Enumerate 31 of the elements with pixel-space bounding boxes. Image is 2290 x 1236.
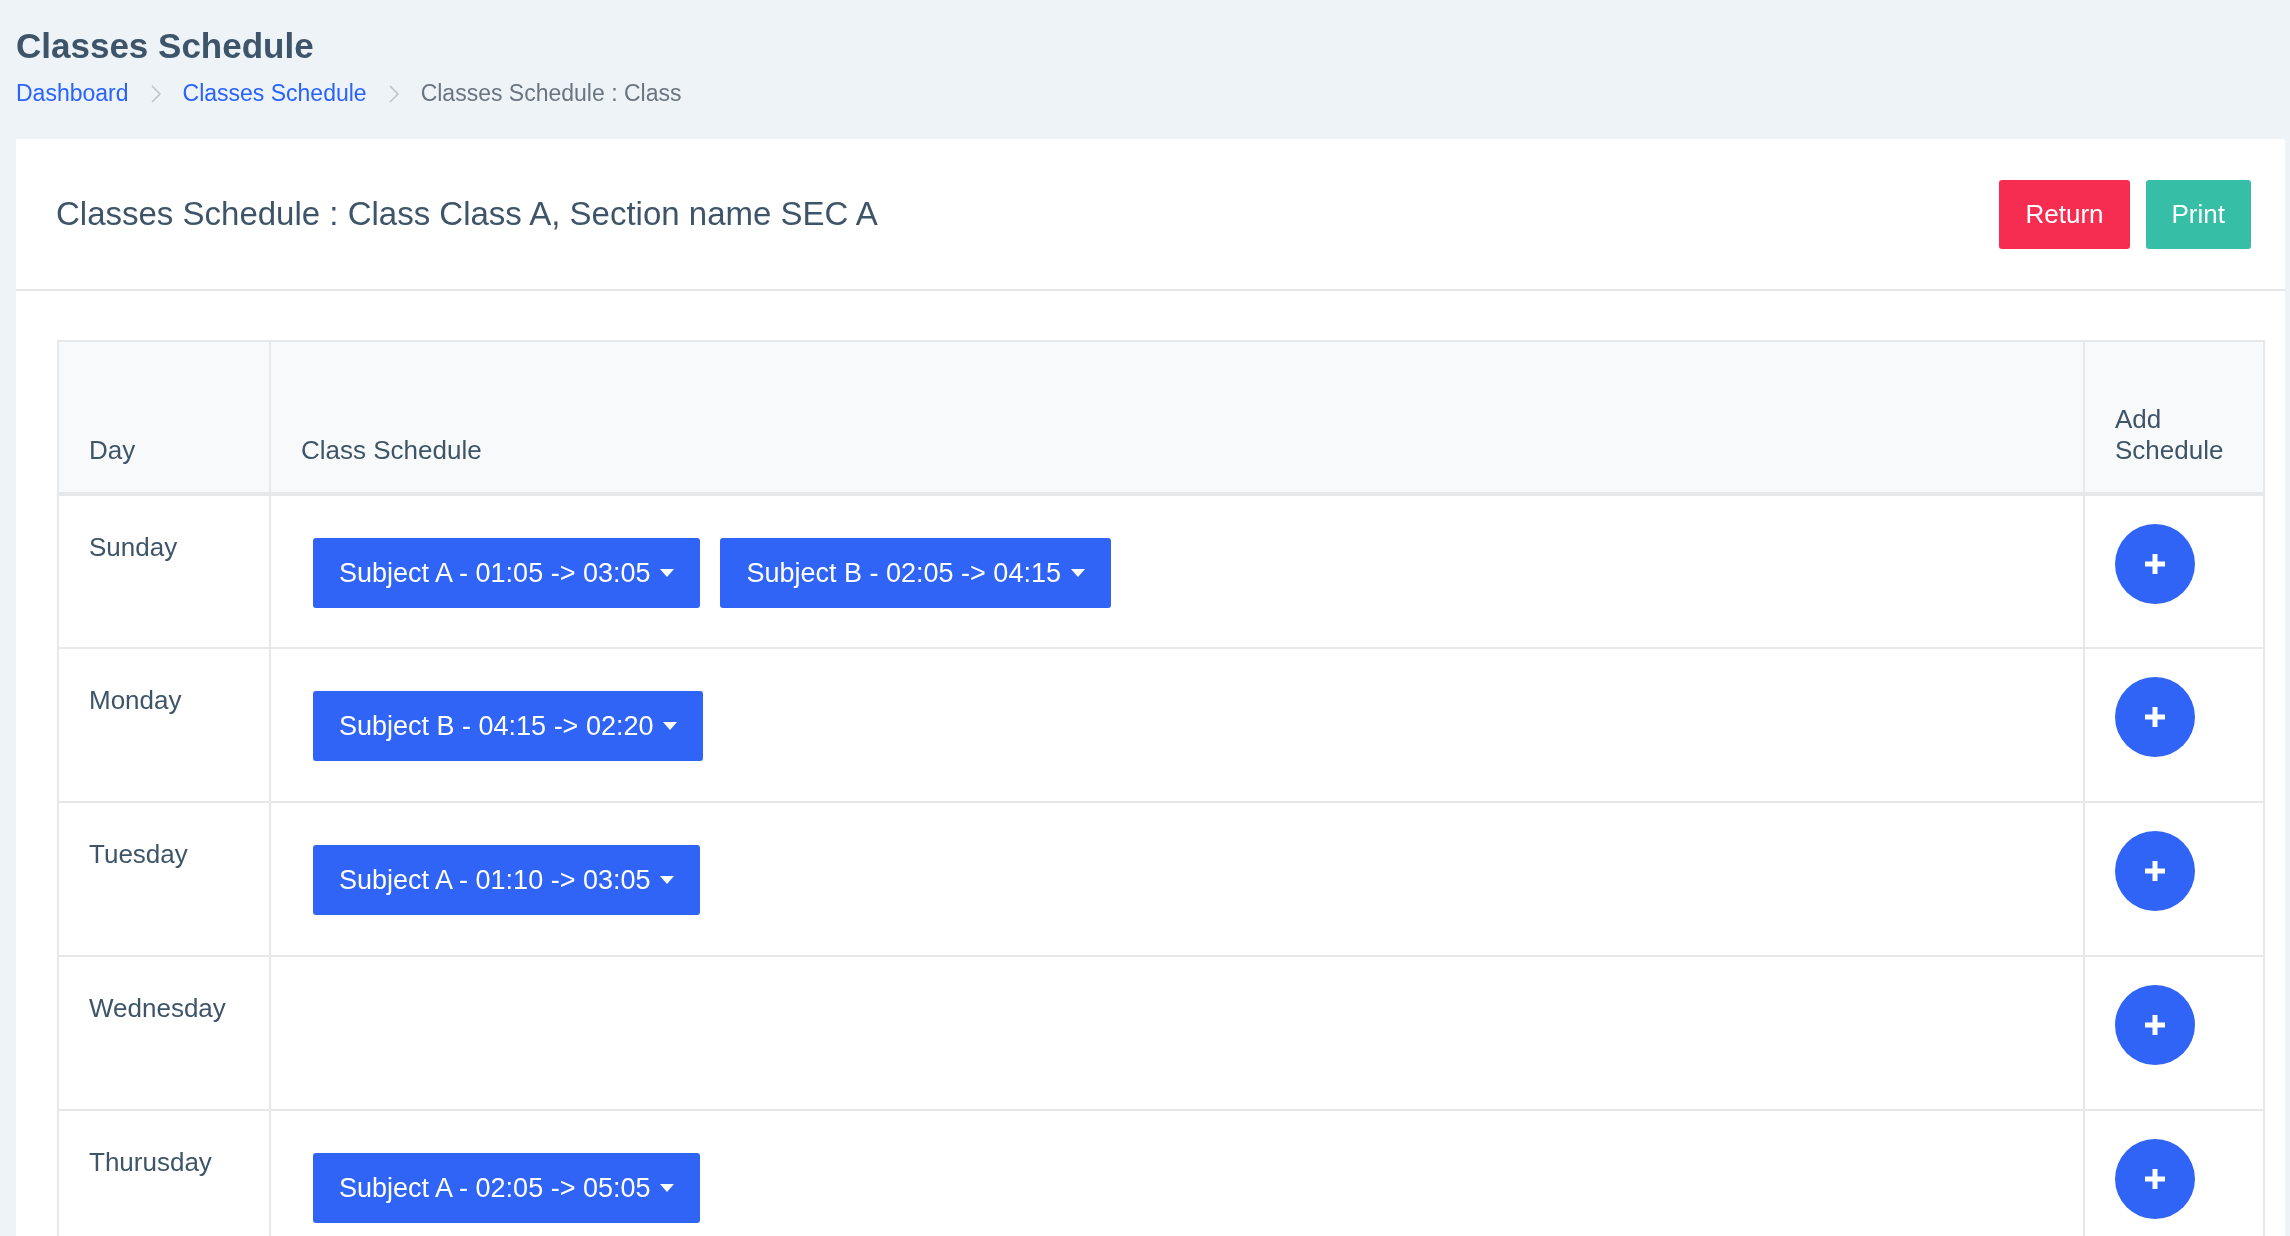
plus-icon (2143, 1013, 2167, 1037)
schedule-dropdown-button[interactable]: Subject A - 01:05 -> 03:05 (313, 538, 701, 608)
plus-icon (2143, 1167, 2167, 1191)
plus-icon (2143, 705, 2167, 729)
caret-down-icon (663, 722, 678, 730)
day-cell: Sunday (58, 494, 270, 648)
plus-icon (2143, 859, 2167, 883)
schedule-dropdown-button[interactable]: Subject A - 02:05 -> 05:05 (313, 1153, 701, 1223)
caret-down-icon (660, 569, 675, 577)
day-cell: Wednesday (58, 956, 270, 1110)
breadcrumb-current: Classes Schedule : Class (420, 80, 682, 107)
breadcrumb-link[interactable]: Classes Schedule (182, 80, 367, 107)
day-cell: Thurusday (58, 1110, 270, 1236)
card-title: Classes Schedule : Class Class A, Section name SEC A (56, 195, 878, 233)
caret-down-icon (660, 1184, 675, 1192)
plus-icon (2143, 552, 2167, 576)
day-cell: Tuesday (58, 802, 270, 956)
page-title: Classes Schedule (16, 26, 314, 66)
chevron-right-icon (150, 84, 161, 103)
schedule-dropdown-button[interactable]: Subject A - 01:10 -> 03:05 (313, 845, 701, 915)
schedule-dropdown-button[interactable]: Subject B - 02:05 -> 04:15 (720, 538, 1111, 608)
chevron-right-icon (388, 84, 399, 103)
schedule-dropdown-button[interactable]: Subject B - 04:15 -> 02:20 (313, 691, 704, 761)
column-header: Class Schedule (270, 341, 2084, 494)
caret-down-icon (1070, 569, 1085, 577)
column-header: Add Schedule (2084, 341, 2264, 494)
day-cell: Monday (58, 648, 270, 802)
column-header: Day (58, 341, 270, 494)
caret-down-icon (660, 876, 675, 884)
breadcrumb-link[interactable]: Dashboard (16, 80, 129, 107)
return-button[interactable]: Return (1999, 179, 2130, 249)
